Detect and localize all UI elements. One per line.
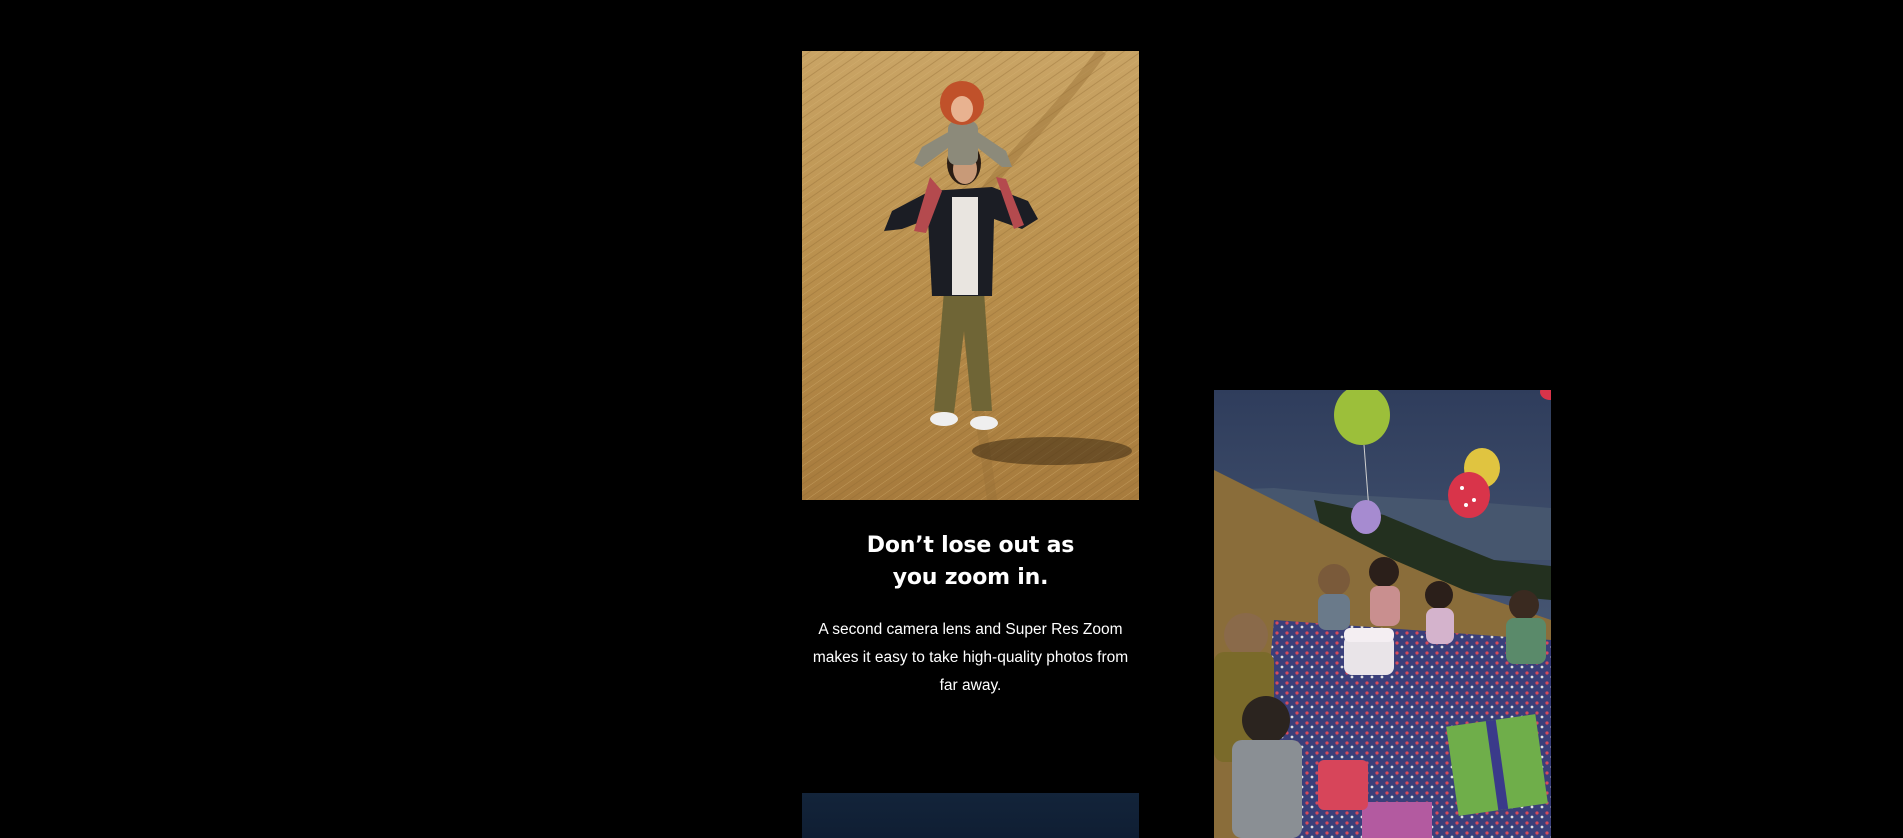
- feature-caption: Don’t lose out as you zoom in. A second …: [802, 530, 1139, 700]
- feature-carousel-page: Don’t lose out as you zoom in. A second …: [0, 0, 1903, 838]
- party-photo-illustration: [1214, 390, 1551, 838]
- hill-photo: [802, 51, 1139, 500]
- feature-heading: Don’t lose out as you zoom in.: [866, 533, 1075, 590]
- next-photo: [802, 793, 1139, 838]
- hill-photo-illustration: [802, 51, 1139, 500]
- feature-description: A second camera lens and Super Res Zoom …: [812, 621, 1129, 694]
- party-photo: [1214, 390, 1551, 838]
